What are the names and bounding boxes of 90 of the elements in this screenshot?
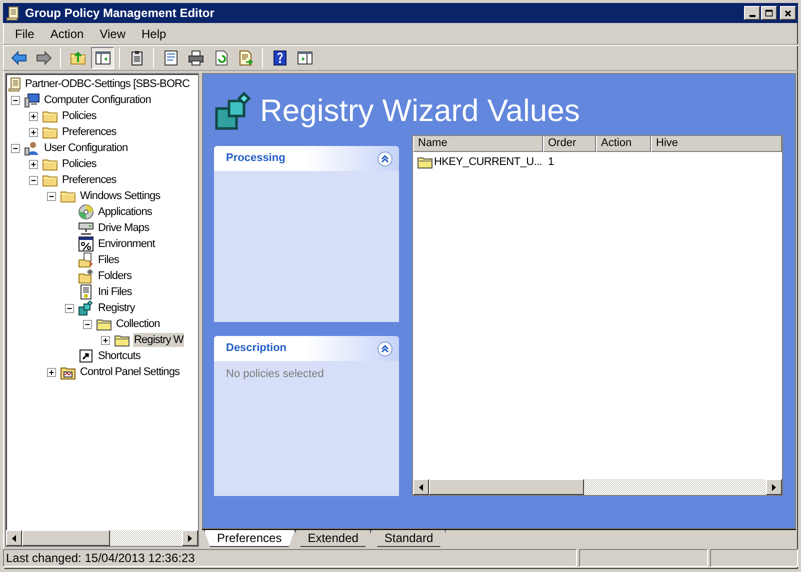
scroll-right-button[interactable] — [766, 479, 782, 495]
properties-icon — [162, 50, 178, 66]
collapse-icon[interactable] — [11, 96, 20, 104]
panel-text: No policies selected — [226, 367, 325, 382]
minimize-icon — [748, 15, 756, 17]
tree-item[interactable]: Computer Configuration — [43, 93, 152, 107]
tab[interactable]: Preferences — [204, 530, 295, 547]
refresh-icon — [212, 50, 228, 66]
document-icon — [78, 284, 94, 300]
help-icon — [272, 50, 288, 66]
scroll-left-button[interactable] — [413, 479, 429, 495]
computer-icon — [24, 92, 40, 108]
scroll-thumb[interactable] — [22, 530, 110, 546]
maximize-button[interactable] — [761, 6, 777, 20]
tab[interactable]: Standard — [371, 530, 446, 547]
page-title: Registry Wizard Values — [260, 92, 580, 128]
tree-item[interactable]: Applications — [97, 205, 153, 219]
collapse-icon[interactable] — [29, 176, 38, 184]
triangle-right-icon — [188, 534, 192, 542]
panel-title: Processing — [226, 151, 286, 166]
menu-item[interactable]: Help — [134, 24, 174, 42]
scroll-right-button[interactable] — [182, 530, 198, 546]
pane-icon — [296, 50, 312, 66]
arrow-right-icon — [36, 50, 52, 66]
tree-item[interactable]: Policies — [61, 109, 98, 123]
tree-item[interactable]: Preferences — [61, 125, 118, 139]
maximize-icon — [763, 8, 775, 18]
expand-icon[interactable] — [101, 336, 110, 344]
arrow-left-icon — [10, 50, 26, 66]
folder-up-icon — [70, 50, 86, 66]
folder-sparkle-icon — [78, 268, 94, 284]
close-icon — [782, 8, 794, 18]
scroll-icon — [5, 5, 21, 21]
column-header[interactable]: Order — [543, 136, 596, 152]
table-cell-text: HKEY_CURRENT_U... — [434, 154, 542, 170]
pane-button[interactable] — [91, 47, 114, 69]
tree-item[interactable]: Environment — [97, 237, 156, 251]
collapse-button[interactable] — [377, 340, 393, 356]
table-cell-text: 1 — [548, 154, 554, 170]
tree-item[interactable]: Registry — [97, 301, 136, 315]
tree-item[interactable]: Policies — [61, 157, 98, 171]
minimize-button[interactable] — [744, 6, 760, 20]
panel-title: Description — [226, 341, 287, 356]
user-icon — [24, 140, 40, 156]
triangle-right-icon — [772, 484, 776, 490]
tree-item[interactable]: User Configuration — [43, 141, 129, 155]
close-button[interactable] — [780, 6, 796, 20]
menu-item[interactable]: Action — [42, 24, 92, 42]
cubes-icon — [78, 300, 94, 316]
expand-icon[interactable] — [29, 160, 38, 168]
column-header[interactable]: Hive — [651, 136, 782, 152]
scroll-thumb[interactable] — [429, 479, 584, 495]
collapse-icon[interactable] — [47, 192, 56, 200]
printer-icon — [188, 50, 204, 66]
column-header[interactable]: Name — [413, 136, 543, 152]
status-text: Last changed: 15/04/2013 12:36:23 — [3, 549, 577, 567]
expand-icon[interactable] — [29, 112, 38, 120]
window-title: Group Policy Management Editor — [25, 5, 216, 22]
disc-icon — [78, 204, 94, 220]
collapse-icon[interactable] — [65, 304, 74, 312]
drive-icon — [78, 220, 94, 236]
tree-item[interactable]: Ini Files — [97, 285, 133, 299]
tree-item[interactable]: Folders — [97, 269, 133, 283]
tree-item[interactable]: Windows Settings — [79, 189, 162, 203]
expand-icon[interactable] — [29, 128, 38, 136]
menu-item[interactable]: File — [7, 24, 42, 42]
triangle-left-icon — [419, 484, 423, 490]
scroll-left-button[interactable] — [6, 530, 22, 546]
pane-icon — [94, 50, 110, 66]
tree-item[interactable]: Control Panel Settings — [79, 365, 181, 379]
scroll-icon — [7, 76, 23, 92]
triangle-left-icon — [12, 534, 16, 542]
percent-window-icon — [78, 236, 94, 252]
collapse-button[interactable] — [377, 150, 393, 166]
tree-item[interactable]: Drive Maps — [97, 221, 150, 235]
tree-item[interactable]: Files — [97, 253, 120, 267]
tree-item[interactable]: Collection — [115, 317, 161, 331]
files-icon — [78, 252, 94, 268]
column-header[interactable]: Action — [596, 136, 651, 152]
tab[interactable]: Extended — [294, 530, 372, 547]
menu-item[interactable]: View — [92, 24, 134, 42]
tree-item[interactable]: Registry W — [133, 333, 184, 347]
tree-item[interactable]: Partner-ODBC-Settings [SBS-BORC — [24, 77, 191, 91]
clipboard-icon — [128, 50, 144, 66]
collapse-icon[interactable] — [83, 320, 92, 328]
export-icon — [238, 50, 254, 66]
expand-icon[interactable] — [47, 368, 56, 376]
tree-item[interactable]: Preferences — [61, 173, 118, 187]
collapse-icon[interactable] — [11, 144, 20, 152]
tree-item[interactable]: Shortcuts — [97, 349, 142, 363]
